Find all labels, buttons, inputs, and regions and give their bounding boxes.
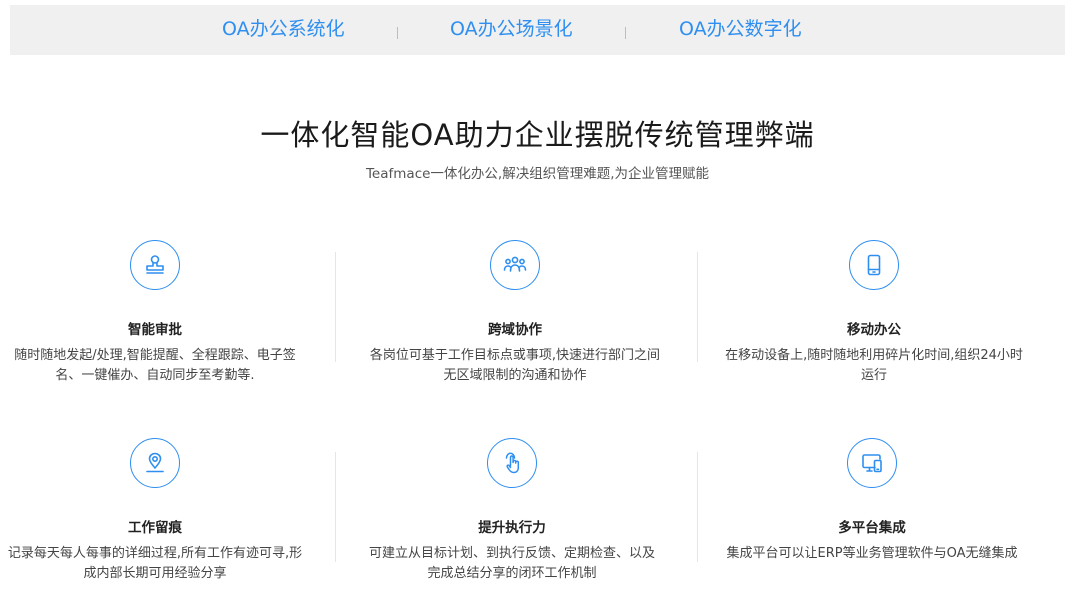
tab-oa-scenarios[interactable]: OA办公场景化 (450, 5, 573, 55)
page-subtitle: Teafmace一体化办公,解决组织管理难题,为企业管理赋能 (365, 166, 710, 182)
feature-execution: 提升执行力 可建立从目标计划、到执行反馈、定期检查、以及完成总结分享的闭环工作机… (357, 438, 667, 584)
tab-oa-systematization[interactable]: OA办公系统化 (222, 5, 345, 55)
tab-separator (625, 27, 626, 39)
page-title: 一体化智能OA助力企业摆脱传统管理弊端 (260, 118, 815, 152)
feature-description: 在移动设备上,随时随地利用碎片化时间,组织24小时运行 (725, 348, 1023, 383)
tab-separator (397, 27, 398, 39)
team-icon (490, 240, 540, 290)
feature-title: 提升执行力 (478, 520, 546, 536)
feature-description: 可建立从目标计划、到执行反馈、定期检查、以及完成总结分享的闭环工作机制 (368, 546, 655, 581)
feature-multi-platform: 多平台集成 集成平台可以让ERP等业务管理软件与OA无缝集成 (717, 438, 1027, 564)
tap-hand-icon (487, 438, 537, 488)
column-divider (335, 252, 336, 362)
feature-description: 集成平台可以让ERP等业务管理软件与OA无缝集成 (726, 546, 1018, 561)
feature-description: 记录每天每人每事的详细过程,所有工作有迹可寻,形成内部长期可用经验分享 (7, 546, 303, 581)
feature-description: 随时随地发起/处理,智能提醒、全程跟踪、电子签名、一键催办、自动同步至考勤等. (14, 348, 296, 383)
stamp-icon (130, 240, 180, 290)
feature-cross-domain-collaboration: 跨域协作 各岗位可基于工作目标点或事项,快速进行部门之间无区域限制的沟通和协作 (360, 240, 670, 386)
location-pin-icon (130, 438, 180, 488)
column-divider (697, 452, 698, 562)
feature-title: 多平台集成 (838, 520, 906, 536)
feature-title: 工作留痕 (128, 520, 182, 536)
column-divider (335, 452, 336, 562)
multi-device-icon (847, 438, 897, 488)
feature-title: 智能审批 (128, 322, 182, 338)
feature-title: 跨域协作 (488, 322, 542, 338)
mobile-icon (849, 240, 899, 290)
feature-title: 移动办公 (847, 322, 901, 338)
column-divider (697, 252, 698, 362)
feature-mobile-office: 移动办公 在移动设备上,随时随地利用碎片化时间,组织24小时运行 (719, 240, 1029, 386)
feature-smart-approval: 智能审批 随时随地发起/处理,智能提醒、全程跟踪、电子签名、一键催办、自动同步至… (0, 240, 310, 386)
tab-oa-digitalization[interactable]: OA办公数字化 (679, 5, 802, 55)
tab-bar: OA办公系统化 OA办公场景化 OA办公数字化 (10, 5, 1065, 55)
feature-description: 各岗位可基于工作目标点或事项,快速进行部门之间无区域限制的沟通和协作 (369, 348, 661, 383)
feature-work-trace: 工作留痕 记录每天每人每事的详细过程,所有工作有迹可寻,形成内部长期可用经验分享 (0, 438, 310, 584)
